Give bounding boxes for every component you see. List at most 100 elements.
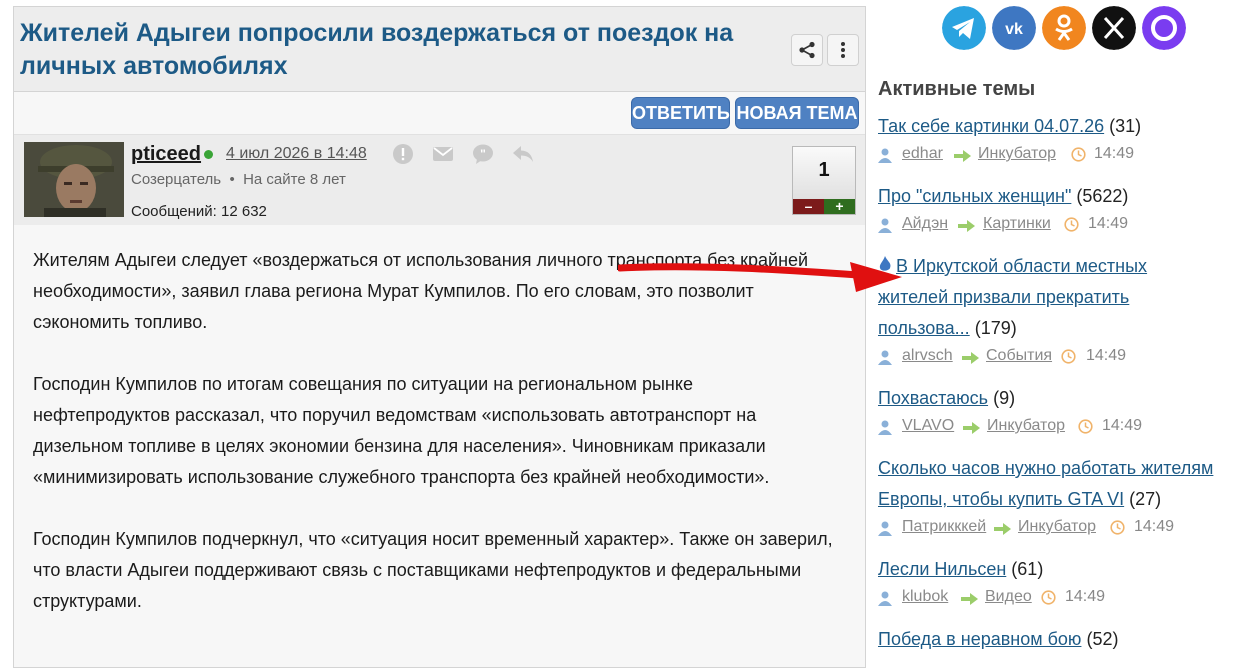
topic-count: (9) (993, 388, 1016, 408)
clock-icon (1078, 419, 1093, 434)
topic-category[interactable]: Инкубатор (987, 417, 1065, 435)
topic-link[interactable]: Победа в неравном бою (878, 629, 1081, 649)
action-bar: ОТВЕТИТЬ НОВАЯ ТЕМА (14, 92, 865, 135)
topic-time: 14:49 (1102, 417, 1143, 434)
topic-time: 14:49 (1086, 347, 1127, 364)
topic-time: 14:49 (1065, 588, 1106, 605)
post-paragraph: Господин Кумпилов подчеркнул, что «ситуа… (33, 529, 833, 611)
topic-item: Про "сильных женщин" (5622) (878, 181, 1248, 212)
topic-link[interactable]: Так себе картинки 04.07.26 (878, 116, 1104, 136)
active-topics-title: Активные темы (878, 78, 1036, 100)
vk-icon[interactable]: vk (992, 6, 1036, 50)
user-icon (878, 218, 892, 233)
reply-button[interactable]: ОТВЕТИТЬ (631, 97, 730, 129)
arrow-right-icon (963, 422, 980, 434)
user-on-site: На сайте 8 лет (243, 171, 346, 188)
topic-meta: klubok Видео 14:49 (878, 588, 1178, 608)
topic-count: (5622) (1076, 186, 1129, 206)
clock-icon (1071, 147, 1086, 162)
user-posts-count: Сообщений: 12 632 (131, 203, 267, 220)
topic-count: (179) (974, 318, 1017, 338)
rating-minus-button[interactable]: – (793, 199, 824, 214)
topic-user[interactable]: VLAVO (902, 417, 954, 435)
arrow-right-icon (994, 523, 1011, 535)
topic-time: 14:49 (1134, 518, 1175, 535)
clock-icon (1110, 520, 1125, 535)
more-options-button[interactable] (827, 34, 859, 66)
topic-link[interactable]: Сколько часов нужно работать жителям Евр… (878, 458, 1213, 509)
topic-category[interactable]: События (986, 347, 1052, 365)
arrow-right-icon (962, 352, 979, 364)
user-icon (878, 420, 892, 435)
topic-item: Лесли Нильсен (61) (878, 554, 1248, 585)
odnoklassniki-icon[interactable] (1042, 6, 1086, 50)
quote-icon[interactable]: " (472, 143, 494, 165)
rating-plus-button[interactable]: + (824, 199, 855, 214)
post-header: pticeed 4 июл 2026 в 14:48 " Созерцатель… (14, 135, 865, 225)
topic-count: (52) (1086, 629, 1119, 649)
svg-text:": " (480, 147, 486, 161)
report-icon[interactable] (392, 143, 414, 165)
user-icon (878, 591, 892, 606)
topic-user[interactable]: klubok (902, 588, 948, 606)
topic-item: Сколько часов нужно работать жителям Евр… (878, 453, 1248, 515)
topic-time: 14:49 (1094, 145, 1135, 162)
user-icon (878, 521, 892, 536)
topic-item: В Иркутской области местных жителей приз… (878, 251, 1178, 344)
share-icon (799, 41, 815, 59)
svg-text:vk: vk (1005, 21, 1023, 38)
title-bar: Жителей Адыгеи попросили воздержаться от… (14, 7, 865, 92)
fire-icon (878, 251, 896, 282)
topic-meta: Патрикккей Инкубатор 14:49 (878, 518, 1178, 538)
clock-icon (1061, 349, 1076, 364)
post-author-link[interactable]: pticeed (131, 143, 201, 166)
arrow-right-icon (961, 593, 978, 605)
online-status-dot (204, 150, 213, 159)
topic-meta: VLAVO Инкубатор 14:49 (878, 417, 1178, 437)
topic-count: (31) (1109, 116, 1142, 136)
rating-value: 1 (818, 159, 830, 181)
x-icon[interactable] (1092, 6, 1136, 50)
post-container: Жителей Адыгеи попросили воздержаться от… (13, 6, 866, 668)
clock-icon (1041, 590, 1056, 605)
new-topic-button[interactable]: НОВАЯ ТЕМА (735, 97, 859, 129)
message-icon[interactable] (432, 143, 454, 165)
topic-count: (61) (1011, 559, 1044, 579)
topic-user[interactable]: alrvsch (902, 347, 953, 365)
topic-user[interactable]: Патрикккей (902, 518, 986, 536)
post-date-link[interactable]: 4 июл 2026 в 14:48 (226, 145, 367, 163)
topic-category[interactable]: Картинки (983, 215, 1051, 233)
post-rating: 1 – + (792, 146, 856, 215)
topic-item: Так себе картинки 04.07.26 (31) (878, 111, 1248, 142)
arrow-right-icon (954, 150, 971, 162)
page-title: Жителей Адыгеи попросили воздержаться от… (20, 19, 734, 80)
topic-time: 14:49 (1088, 215, 1129, 232)
topic-category[interactable]: Инкубатор (978, 145, 1056, 163)
telegram-icon[interactable] (942, 6, 986, 50)
topic-category[interactable]: Видео (985, 588, 1032, 606)
topic-item: Победа в неравном бою (52) (878, 624, 1248, 655)
clock-icon (1064, 217, 1079, 232)
topic-link[interactable]: Лесли Нильсен (878, 559, 1006, 579)
topic-link[interactable]: Про "сильных женщин" (878, 186, 1071, 206)
user-icon (878, 148, 892, 163)
avatar[interactable] (24, 142, 124, 217)
meta-separator: • (229, 171, 235, 188)
topic-item: Похвастаюсь (9) (878, 383, 1248, 414)
share-button[interactable] (791, 34, 823, 66)
topic-meta: edhar Инкубатор 14:49 (878, 145, 1178, 165)
user-role: Созерцатель (131, 171, 222, 188)
topic-user[interactable]: edhar (902, 145, 943, 163)
topic-meta: Айдэн Картинки 14:49 (878, 215, 1178, 235)
user-meta: Созерцатель • На сайте 8 лет (131, 171, 346, 188)
sidebar: vk Активные темы Так себе картинки 04.07… (878, 0, 1257, 656)
max-icon[interactable] (1142, 6, 1186, 50)
topic-link[interactable]: Похвастаюсь (878, 388, 988, 408)
post-body: Жителям Адыгеи следует «воздержаться от … (33, 245, 833, 648)
topic-category[interactable]: Инкубатор (1018, 518, 1096, 536)
reply-arrow-icon[interactable] (512, 143, 534, 165)
topic-count: (27) (1129, 489, 1162, 509)
red-arrow-annotation (618, 262, 902, 292)
arrow-right-icon (958, 220, 975, 232)
topic-user[interactable]: Айдэн (902, 215, 948, 233)
